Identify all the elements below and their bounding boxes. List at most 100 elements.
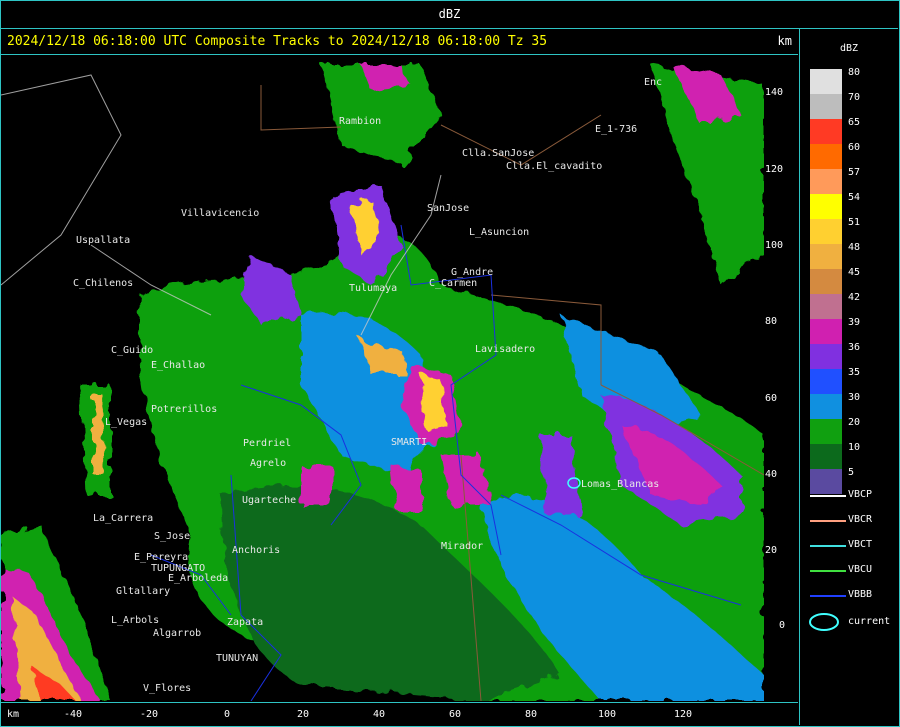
legend-swatch: [810, 344, 842, 369]
place-label: Enc: [644, 77, 663, 88]
legend-swatch: [810, 469, 842, 494]
legend-value: 57: [848, 167, 861, 178]
legend-value: 10: [848, 442, 861, 453]
y-tick: 40: [765, 469, 778, 480]
legend-swatch: [810, 419, 842, 444]
y-tick: 100: [765, 240, 784, 251]
legend-swatch: [810, 144, 842, 169]
legend-value: 48: [848, 242, 861, 253]
place-label: Rambion: [339, 116, 382, 127]
y-axis: 140 120 100 80 60 40 20 0: [765, 55, 798, 701]
place-label: Agrelo: [250, 458, 287, 469]
place-label: TUNUYAN: [216, 653, 259, 664]
legend-value: 51: [848, 217, 861, 228]
x-tick: 100: [598, 709, 617, 720]
x-tick: 0: [224, 709, 231, 720]
place-label: L_Vegas: [105, 417, 148, 428]
x-tick: -40: [64, 709, 83, 720]
window-title: dBZ: [438, 7, 461, 21]
place-label: Potrerillos: [151, 404, 218, 415]
place-label: Clla.El_cavadito: [506, 161, 603, 172]
x-axis: km -40 -20 0 20 40 60 80 100 120: [1, 702, 798, 726]
legend-value: 39: [848, 317, 861, 328]
track-key-line: [810, 570, 846, 572]
place-label: SanJose: [427, 203, 470, 214]
place-label: E_Pereyra: [134, 552, 189, 563]
track-key-label: VBCU: [848, 564, 873, 575]
legend-value: 65: [848, 117, 861, 128]
place-label: Perdriel: [243, 438, 292, 449]
legend-swatch: [810, 319, 842, 344]
track-key-label: VBCT: [848, 539, 873, 550]
place-label: Clla.SanJose: [462, 148, 535, 159]
y-tick: 20: [765, 545, 778, 556]
place-label: Gltallary: [116, 586, 171, 597]
track-key-line: [810, 545, 846, 547]
legend-swatch: [810, 444, 842, 469]
track-key-line: [810, 495, 846, 497]
place-label: Lomas_Blancas: [581, 479, 660, 490]
place-label: E_Challao: [151, 360, 206, 371]
track-key-label: VBCR: [848, 514, 873, 525]
x-tick: 60: [449, 709, 462, 720]
track-key-label: VBCP: [848, 489, 873, 500]
place-label: SMARTI: [391, 437, 428, 448]
legend-value: 60: [848, 142, 861, 153]
legend-swatch: [810, 94, 842, 119]
y-tick: 0: [779, 620, 786, 631]
radar-map[interactable]: Rambion Clla.SanJose Clla.El_cavadito Sa…: [1, 55, 764, 701]
current-storm-marker[interactable]: [567, 477, 581, 489]
y-tick: 140: [765, 87, 784, 98]
legend-swatch: [810, 219, 842, 244]
legend-value: 35: [848, 367, 861, 378]
window-title-bar: dBZ: [1, 1, 898, 29]
x-tick: 20: [297, 709, 310, 720]
current-key-icon: [809, 613, 839, 631]
place-label: E_Arboleda: [168, 573, 229, 584]
legend-value: 45: [848, 267, 861, 278]
place-label: Zapata: [227, 617, 264, 628]
place-label: C_Carmen: [429, 278, 478, 289]
place-label: C_Chilenos: [73, 278, 134, 289]
place-label: L_Arbols: [111, 615, 160, 626]
legend-value: 5: [848, 467, 855, 478]
legend-value: 80: [848, 67, 861, 78]
y-tick: 80: [765, 316, 778, 327]
legend-value: 70: [848, 92, 861, 103]
track-key-label: VBBB: [848, 589, 873, 600]
legend-swatch: [810, 69, 842, 94]
track-key-line: [810, 595, 846, 597]
place-label: S_Jose: [154, 531, 191, 542]
y-axis-unit: km: [777, 34, 792, 48]
place-label: V_Flores: [143, 683, 192, 694]
track-key-line: [810, 520, 846, 522]
place-label: Algarrob: [153, 628, 202, 639]
legend-swatch: [810, 394, 842, 419]
current-key-label: current: [848, 616, 891, 627]
legend-value: 36: [848, 342, 861, 353]
legend-swatch: [810, 244, 842, 269]
radar-reflectivity-layer: [1, 65, 764, 701]
x-axis-unit: km: [7, 709, 20, 720]
x-tick: 80: [525, 709, 538, 720]
place-label: Villavicencio: [181, 208, 260, 219]
place-label: Uspallata: [76, 235, 131, 246]
place-label: Ugarteche: [242, 495, 297, 506]
y-tick: 60: [765, 393, 778, 404]
place-label: Mirador: [441, 541, 484, 552]
legend-value: 42: [848, 292, 861, 303]
place-label: Anchoris: [232, 545, 281, 556]
legend-title: dBZ: [840, 43, 859, 54]
legend-panel: dBZ 80 70 65 60 57 54 51 48 45 42 39 36 35 30 20 10 5 VBC…: [799, 29, 899, 725]
place-label: Tulumaya: [349, 283, 398, 294]
place-label: Lavisadero: [475, 344, 536, 355]
y-tick: 120: [765, 164, 784, 175]
place-label: G_Andre: [451, 267, 494, 278]
legend-swatch: [810, 269, 842, 294]
place-label: La_Carrera: [93, 513, 154, 524]
x-tick: 120: [674, 709, 693, 720]
x-tick: 40: [373, 709, 386, 720]
x-tick: -20: [140, 709, 159, 720]
product-header: 2024/12/18 06:18:00 UTC Composite Tracks…: [1, 29, 798, 55]
place-label: C_Guido: [111, 345, 154, 356]
